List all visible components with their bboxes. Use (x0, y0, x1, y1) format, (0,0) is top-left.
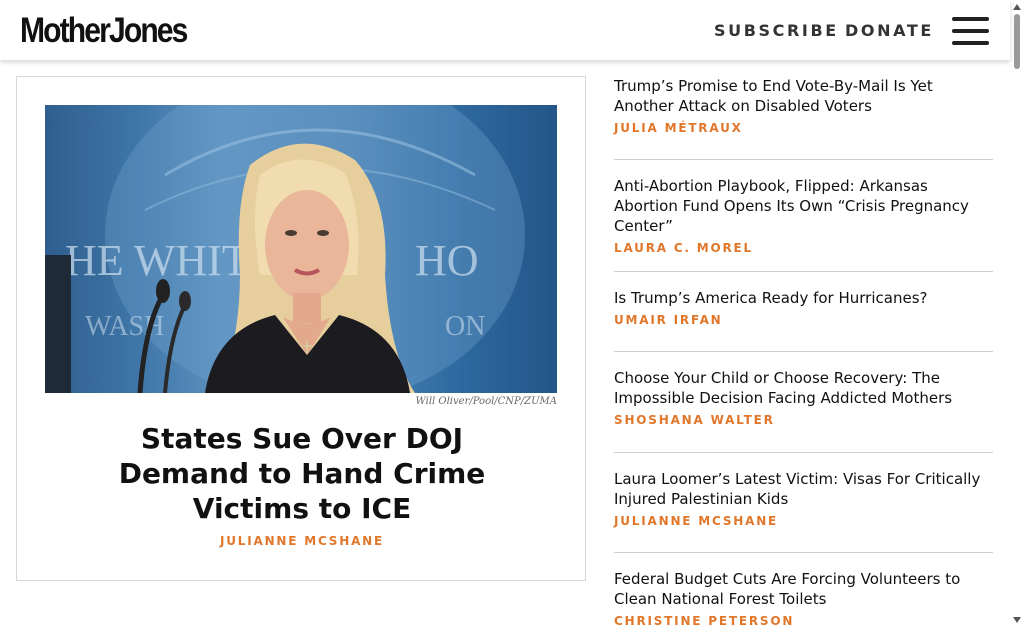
side-story-title[interactable]: Choose Your Child or Choose Recovery: Th… (614, 368, 993, 408)
side-story-byline[interactable]: LAURA C. MOREL (614, 240, 993, 256)
scrollbar-thumb[interactable] (1014, 14, 1020, 69)
subscribe-link[interactable]: SUBSCRIBE (714, 20, 839, 42)
side-story-title[interactable]: Federal Budget Cuts Are Forcing Voluntee… (614, 569, 993, 609)
menu-bar (952, 41, 989, 45)
side-story-item[interactable]: Federal Budget Cuts Are Forcing Voluntee… (614, 569, 993, 629)
side-story-item[interactable]: Anti-Abortion Playbook, Flipped: Arkansa… (614, 176, 993, 256)
photo-credit: Will Oliver/Pool/CNP/ZUMA (415, 396, 557, 407)
side-story-title[interactable]: Laura Loomer’s Latest Victim: Visas For … (614, 469, 993, 509)
side-story-item[interactable]: Is Trump’s America Ready for Hurricanes?… (614, 288, 993, 328)
side-story-byline[interactable]: JULIANNE MCSHANE (614, 513, 993, 529)
side-story-byline[interactable]: JULIA MÉTRAUX (614, 120, 993, 136)
side-story-item[interactable]: Laura Loomer’s Latest Victim: Visas For … (614, 469, 993, 529)
side-story-byline[interactable]: CHRISTINE PETERSON (614, 613, 993, 629)
side-story-byline[interactable]: SHOSHANA WALTER (614, 412, 993, 428)
scroll-up-arrow-icon[interactable] (1013, 4, 1021, 10)
featured-story-card[interactable]: HE WHITE HO WASH ON Will Oliver/Pool/CNP… (16, 76, 586, 581)
hamburger-menu-icon[interactable] (952, 17, 990, 47)
featured-story-title[interactable]: States Sue Over DOJ Demand to Hand Crime… (87, 421, 517, 526)
page-scrollbar[interactable] (1010, 0, 1024, 629)
featured-story-photo[interactable]: HE WHITE HO WASH ON (45, 105, 557, 393)
site-header: MotherJones SUBSCRIBE DONATE (0, 0, 1010, 60)
featured-story-byline[interactable]: JULIANNE MCSHANE (17, 533, 587, 549)
side-story-title[interactable]: Is Trump’s America Ready for Hurricanes? (614, 288, 993, 308)
story-divider (614, 159, 993, 160)
menu-bar (952, 29, 989, 33)
side-story-item[interactable]: Trump’s Promise to End Vote-By-Mail Is Y… (614, 76, 993, 136)
story-divider (614, 452, 993, 453)
donate-link[interactable]: DONATE (845, 20, 934, 42)
story-divider (614, 271, 993, 272)
side-story-title[interactable]: Trump’s Promise to End Vote-By-Mail Is Y… (614, 76, 993, 116)
side-story-item[interactable]: Choose Your Child or Choose Recovery: Th… (614, 368, 993, 428)
svg-text:HO: HO (415, 236, 479, 285)
side-story-title[interactable]: Anti-Abortion Playbook, Flipped: Arkansa… (614, 176, 993, 236)
story-divider (614, 351, 993, 352)
svg-text:ON: ON (445, 311, 485, 342)
story-divider (614, 552, 993, 553)
mother-jones-logo[interactable]: MotherJones (20, 11, 188, 51)
scroll-down-arrow-icon[interactable] (1013, 617, 1021, 623)
side-story-byline[interactable]: UMAIR IRFAN (614, 312, 993, 328)
menu-bar (952, 17, 989, 21)
press-briefing-photo-illustration: HE WHITE HO WASH ON (45, 105, 525, 393)
